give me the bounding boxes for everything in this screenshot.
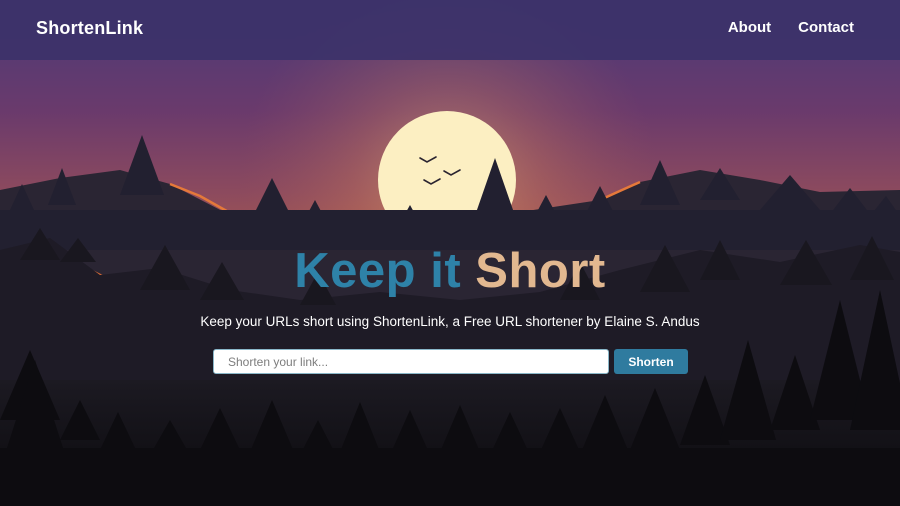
navbar: ShortenLink About Contact <box>0 0 900 60</box>
link-input[interactable] <box>213 349 609 374</box>
nav-links: About Contact <box>728 19 854 36</box>
hero-title-part1: Keep it <box>294 244 462 298</box>
shorten-form: Shorten <box>213 349 688 375</box>
hero: Keep it Short Keep your URLs short using… <box>0 236 900 329</box>
hero-title: Keep it Short <box>0 236 900 306</box>
shorten-button[interactable]: Shorten <box>614 349 688 374</box>
nav-link-contact[interactable]: Contact <box>798 19 854 36</box>
nav-link-about[interactable]: About <box>728 19 771 36</box>
hero-tagline: Keep your URLs short using ShortenLink, … <box>200 314 700 329</box>
brand-logo-link[interactable]: ShortenLink <box>36 18 143 39</box>
hero-title-part2: Short <box>475 244 606 298</box>
